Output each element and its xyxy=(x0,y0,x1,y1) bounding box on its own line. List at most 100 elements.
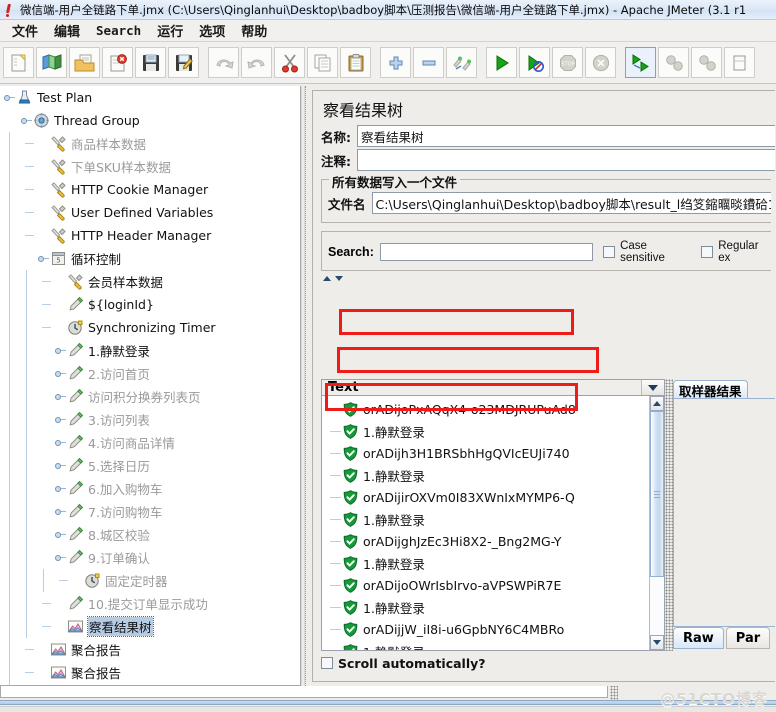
remote-start-all-icon[interactable] xyxy=(625,47,656,78)
tree-expand-handle[interactable] xyxy=(4,92,15,103)
comment-input[interactable] xyxy=(357,149,775,171)
save-icon[interactable] xyxy=(135,47,166,78)
tree-node[interactable]: Synchronizing Timer xyxy=(0,316,300,339)
tree-node[interactable]: 固定定时器 xyxy=(0,569,300,592)
scroll-automatically-option[interactable]: Scroll automatically? xyxy=(321,653,665,673)
paste-clipboard-icon[interactable] xyxy=(340,47,371,78)
scroll-up-icon[interactable] xyxy=(650,396,664,411)
name-input[interactable]: 察看结果树 xyxy=(357,125,775,147)
result-row[interactable]: orADijirOXVm0I83XWnIxMYMP6-Q xyxy=(322,486,649,508)
tree-node[interactable]: 3.访问列表 xyxy=(0,408,300,431)
scrollbar-track[interactable] xyxy=(650,411,664,635)
tree-node[interactable]: 聚合报告 xyxy=(0,661,300,684)
tab-sampler-result[interactable]: 取样器结果 xyxy=(673,380,748,399)
tree-node[interactable]: HTTP Cookie Manager xyxy=(0,178,300,201)
tree-expand-handle[interactable] xyxy=(38,253,49,264)
result-row[interactable]: 1.静默登录 xyxy=(322,596,649,618)
tree-expand-handle[interactable] xyxy=(55,529,66,540)
menu-run[interactable]: 运行 xyxy=(149,19,191,42)
toggle-icon[interactable] xyxy=(446,47,477,78)
regular-expression-option[interactable]: Regular ex xyxy=(701,240,771,264)
copy-icon[interactable] xyxy=(307,47,338,78)
tree-expand-handle[interactable] xyxy=(55,345,66,356)
result-row[interactable]: 1.静默登录 xyxy=(322,552,649,574)
tree-expand-handle[interactable] xyxy=(55,460,66,471)
render-format-combo[interactable]: Text xyxy=(321,379,665,396)
tree-node[interactable]: ${loginId} xyxy=(0,293,300,316)
tree-node[interactable]: 5.选择日历 xyxy=(0,454,300,477)
tree-expand-handle[interactable] xyxy=(55,506,66,517)
tree-node[interactable]: 4.访问商品详情 xyxy=(0,431,300,454)
result-row[interactable]: 1.静默登录 xyxy=(322,508,649,530)
menu-options[interactable]: 选项 xyxy=(191,19,233,42)
collapse-all-minus-icon[interactable] xyxy=(413,47,444,78)
search-nav-arrows[interactable] xyxy=(323,273,775,283)
case-sensitive-checkbox[interactable] xyxy=(603,246,616,258)
scroll-automatically-checkbox[interactable] xyxy=(321,657,333,669)
menu-search[interactable]: Search xyxy=(88,21,149,40)
close-document-icon[interactable] xyxy=(102,47,133,78)
tree-expand-handle[interactable] xyxy=(55,552,66,563)
tree-expand-handle[interactable] xyxy=(55,391,66,402)
tree-node[interactable]: 6.加入购物车 xyxy=(0,477,300,500)
clear-icon[interactable] xyxy=(724,47,755,78)
tree-node[interactable]: 8.城区校验 xyxy=(0,523,300,546)
results-tree-list[interactable]: orADijoPxAQqX4-o23MDJRUPuAd8 1.静默登录 orADij… xyxy=(321,396,665,651)
new-document-icon[interactable] xyxy=(3,47,34,78)
expand-all-plus-icon[interactable] xyxy=(380,47,411,78)
tree-node[interactable]: Thread Group xyxy=(0,109,300,132)
menu-file[interactable]: 文件 xyxy=(4,19,46,42)
save-as-icon[interactable] xyxy=(168,47,199,78)
tree-node[interactable]: 商品样本数据 xyxy=(0,132,300,155)
divider-collapse-arrows[interactable] xyxy=(665,367,673,379)
tree-node[interactable]: 2.访问首页 xyxy=(0,362,300,385)
result-row[interactable]: orADijh3H1BRSbhHgQVIcEUJi740 xyxy=(322,442,649,464)
tree-node[interactable]: 聚合报告 xyxy=(0,638,300,661)
chevron-down-icon[interactable] xyxy=(641,380,664,395)
case-sensitive-option[interactable]: Case sensitive xyxy=(603,240,691,264)
tree-node[interactable]: 会员样本数据 xyxy=(0,270,300,293)
tab-parsed[interactable]: Par xyxy=(725,627,771,649)
tree-node[interactable]: 10.提交订单显示成功 xyxy=(0,592,300,615)
regular-expression-checkbox[interactable] xyxy=(701,246,714,258)
start-play-icon[interactable] xyxy=(486,47,517,78)
tree-expand-handle[interactable] xyxy=(21,115,32,126)
tree-expand-handle[interactable] xyxy=(55,414,66,425)
tree-node[interactable]: 察看结果树 xyxy=(0,615,300,638)
tree-node[interactable]: Test Plan xyxy=(0,86,300,109)
result-row[interactable]: 1.静默登录 xyxy=(322,464,649,486)
search-input[interactable] xyxy=(379,243,594,261)
open-folder-icon[interactable] xyxy=(69,47,100,78)
result-row[interactable]: orADijjW_iI8i-u6GpbNY6C4MBRo xyxy=(322,618,649,640)
tree-node[interactable]: 访问积分换券列表页 xyxy=(0,385,300,408)
test-plan-tree[interactable]: Test Plan Thread Group 商品样本数据 下单SKU样本数据 HTTP… xyxy=(0,86,301,686)
scrollbar-thumb[interactable] xyxy=(650,411,664,577)
tree-node[interactable]: HTTP Header Manager xyxy=(0,224,300,247)
result-row[interactable]: 1.静默登录 xyxy=(322,420,649,442)
tree-expand-handle[interactable] xyxy=(55,483,66,494)
tree-expand-handle[interactable] xyxy=(55,437,66,448)
result-row[interactable]: orADijoPxAQqX4-o23MDJRUPuAd8 xyxy=(322,398,649,420)
tree-node[interactable]: User Defined Variables xyxy=(0,201,300,224)
menu-help[interactable]: 帮助 xyxy=(233,19,275,42)
result-row[interactable]: orADijghJzEc3Hi8X2-_Bng2MG-Y xyxy=(322,530,649,552)
tree-node[interactable]: 7.访问购物车 xyxy=(0,500,300,523)
tree-node[interactable]: 下单SKU样本数据 xyxy=(0,155,300,178)
tree-node[interactable]: 1.静默登录 xyxy=(0,339,300,362)
tree-expand-handle[interactable] xyxy=(55,368,66,379)
scroll-down-icon[interactable] xyxy=(650,635,664,650)
templates-icon[interactable] xyxy=(36,47,67,78)
result-row[interactable]: 1.静默登录 xyxy=(322,640,649,650)
menu-edit[interactable]: 编辑 xyxy=(46,19,88,42)
result-row[interactable]: orADijoOWrIsbIrvo-aVPSWPiR7E xyxy=(322,574,649,596)
results-divider[interactable] xyxy=(665,379,673,651)
search-prev-icon[interactable] xyxy=(323,275,331,281)
filename-input[interactable]: C:\Users\Qinglanhui\Desktop\badboy脚本\res… xyxy=(371,192,771,214)
tree-node[interactable]: 5 循环控制 xyxy=(0,247,300,270)
tree-node[interactable]: 9.订单确认 xyxy=(0,546,300,569)
search-next-icon[interactable] xyxy=(335,275,343,281)
results-list-scrollbar[interactable] xyxy=(649,396,664,650)
start-no-timers-icon[interactable] xyxy=(519,47,550,78)
cut-scissors-icon[interactable] xyxy=(274,47,305,78)
tab-raw[interactable]: Raw xyxy=(673,627,724,649)
